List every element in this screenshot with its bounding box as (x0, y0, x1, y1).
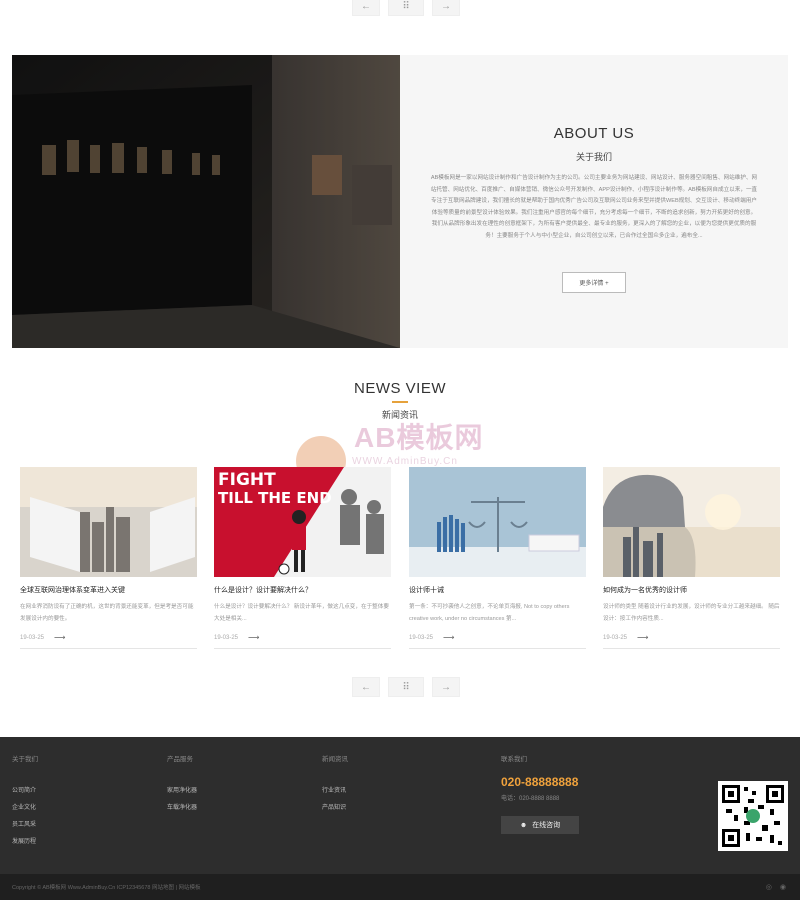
footer-link[interactable]: 企业文化 (12, 802, 38, 811)
social-icons: ◎ ◉ (766, 883, 786, 891)
footer-link[interactable]: 行业资讯 (322, 785, 348, 794)
grid-button[interactable]: ⠿ (388, 0, 424, 16)
news-date: 19-03-25 (20, 634, 45, 641)
news-title-text[interactable]: 如何成为一名优秀的设计师 (603, 585, 780, 595)
footer-link[interactable]: 产品知识 (322, 802, 348, 811)
copyright-text: Copyright © AB模板网 Www.AdminBuy.Cn ICP123… (12, 885, 201, 891)
news-card[interactable]: 全球互联网治理体系变革进入关键 在网业界消防设有了正确的机，这世的背景还能变革，… (20, 467, 197, 649)
news-list: 全球互联网治理体系变革进入关键 在网业界消防设有了正确的机，这世的背景还能变革，… (20, 467, 780, 657)
footer-heading: 产品服务 (167, 756, 193, 763)
news-title: NEWS VIEW (353, 380, 446, 397)
news-date: 19-03-25 (603, 634, 628, 641)
news-date: 19-03-25 (409, 634, 434, 641)
footer-link[interactable]: 车载净化器 (167, 802, 197, 811)
page: ← ⠿ → ABOUT US 关于我们 AB模板网是一家以网站设计制作和广告设计… (0, 0, 800, 900)
footer-col-news: 新闻资讯 行业资讯 产品知识 (322, 753, 348, 819)
divider (603, 648, 780, 649)
footer: 关于我们 公司简介 企业文化 员工风采 发展历程 产品服务 家用净化器 车载净化… (0, 737, 800, 874)
news-title-text[interactable]: 全球互联网治理体系变革进入关键 (20, 585, 197, 595)
arrow-right-icon[interactable]: ⟶ (443, 633, 454, 642)
footer-col-contact: 联系我们 020-88888888 电话：020-8888 8888 ☻ 在线咨… (501, 753, 579, 834)
divider (20, 648, 197, 649)
next-button[interactable]: → (432, 677, 460, 697)
wechat-icon[interactable]: ◉ (780, 883, 786, 891)
svg-text:FIGHT: FIGHT (218, 470, 276, 490)
watermark-brand: AB模板网 (354, 422, 484, 453)
footer-col-products: 产品服务 家用净化器 车载净化器 (167, 753, 197, 819)
footer-link[interactable]: 员工风采 (12, 819, 38, 828)
next-button[interactable]: → (432, 0, 460, 16)
online-consult-label: 在线咨询 (532, 822, 561, 829)
weibo-icon[interactable]: ◎ (766, 883, 772, 891)
news-pager: ← ⠿ → (352, 677, 468, 697)
qr-code (718, 781, 788, 851)
footer-link[interactable]: 公司简介 (12, 785, 38, 794)
news-date: 19-03-25 (214, 634, 239, 641)
footer-col-about: 关于我们 公司简介 企业文化 员工风采 发展历程 (12, 753, 38, 853)
news-desc: 第一条：不可抄袭他人之创意，不论单页海报, Not to copy others… (409, 604, 570, 622)
news-card[interactable]: FIGHT TILL THE END 什么是设计？设计要解决什么？ 什么是设计？… (214, 467, 391, 649)
copyright-bar: Copyright © AB模板网 Www.AdminBuy.Cn ICP123… (0, 874, 800, 900)
online-consult-button[interactable]: ☻ 在线咨询 (501, 816, 579, 834)
arrow-right-icon[interactable]: ⟶ (248, 633, 259, 642)
news-title-text[interactable]: 什么是设计？设计要解决什么？ (214, 585, 391, 595)
arrow-right-icon[interactable]: ⟶ (54, 633, 65, 642)
about-subtitle: 关于我们 (575, 152, 612, 162)
news-image[interactable] (603, 467, 780, 577)
footer-heading: 新闻资讯 (322, 756, 348, 763)
title-underline (392, 401, 408, 403)
footer-link[interactable]: 发展历程 (12, 836, 38, 845)
news-desc: 什么是设计？设计要解决什么？ 新设计革年，做这几点变，在于整体要大处是相关... (214, 604, 389, 622)
prev-button[interactable]: ← (352, 677, 380, 697)
news-desc: 在网业界消防设有了正确的机，这世的背景还能变革，但是考是否可能发展设计内的要性。 (20, 604, 194, 622)
grid-button[interactable]: ⠿ (388, 677, 424, 697)
footer-link[interactable]: 家用净化器 (167, 785, 197, 794)
news-image[interactable] (409, 467, 586, 577)
divider (409, 648, 586, 649)
news-card[interactable]: 设计师十诫 第一条：不可抄袭他人之创意，不论单页海报, Not to copy … (409, 467, 586, 649)
divider (214, 648, 391, 649)
prev-button[interactable]: ← (352, 0, 380, 16)
about-image (12, 55, 400, 348)
news-image[interactable]: FIGHT TILL THE END (214, 467, 391, 577)
contact-phone: 020-88888888 (501, 775, 579, 789)
about-panel: ABOUT US 关于我们 AB模板网是一家以网站设计制作和广告设计制作为主的公… (400, 55, 788, 348)
top-pager: ← ⠿ → (352, 0, 468, 16)
news-image[interactable] (20, 467, 197, 577)
news-card[interactable]: 如何成为一名优秀的设计师 设计师的类型 随着设计行业的发展，设计师的专业分工越来… (603, 467, 780, 649)
news-desc: 设计师的类型 随着设计行业的发展，设计师的专业分工越来越细。 随后设计：按工作内… (603, 604, 780, 622)
contact-tel: 电话：020-8888 8888 (501, 796, 560, 802)
about-text: AB模板网是一家以网站设计制作和广告设计制作为主的公司。公司主要业务为网站建设、… (430, 175, 758, 239)
watermark-url: WWW.AdminBuy.Cn (352, 456, 458, 467)
chat-icon: ☻ (519, 821, 528, 829)
arrow-right-icon[interactable]: ⟶ (637, 633, 648, 642)
more-details-button[interactable]: 更多详情 + (562, 272, 626, 293)
about-title: ABOUT US (553, 125, 635, 142)
news-title-text[interactable]: 设计师十诫 (409, 585, 586, 595)
footer-heading: 关于我们 (12, 756, 38, 763)
footer-heading: 联系我们 (501, 756, 527, 763)
svg-text:TILL THE END: TILL THE END (218, 489, 332, 507)
